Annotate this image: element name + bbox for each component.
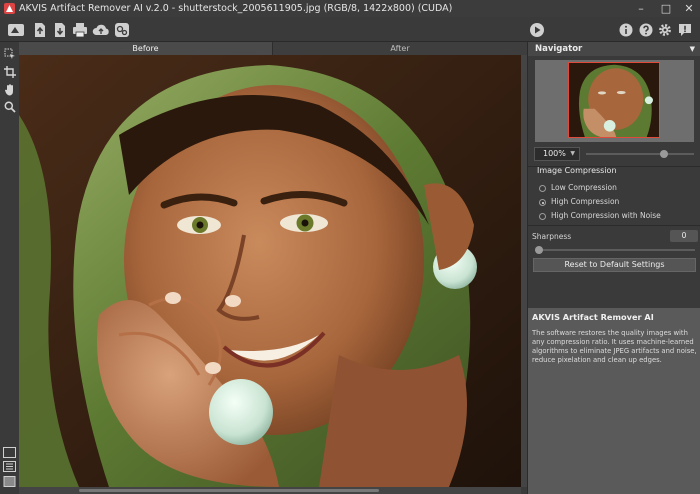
news-icon bbox=[679, 24, 691, 36]
compression-option-label: Low Compression bbox=[551, 183, 617, 192]
crop-tool-button[interactable] bbox=[2, 64, 18, 80]
window-title: AKVIS Artifact Remover AI v.2.0 - shutte… bbox=[19, 3, 453, 14]
info-title: AKVIS Artifact Remover AI bbox=[532, 312, 654, 322]
toolbar bbox=[0, 17, 700, 42]
tab-after[interactable]: After bbox=[273, 42, 527, 55]
close-button[interactable]: ✕ bbox=[678, 0, 700, 17]
run-icon bbox=[530, 23, 544, 37]
upload-cloud-icon bbox=[92, 24, 109, 35]
background-color-icon[interactable] bbox=[3, 476, 16, 487]
zoom-row: 100% ▼ bbox=[534, 147, 694, 161]
compression-option-label: High Compression bbox=[551, 197, 620, 206]
crop-select-icon bbox=[4, 48, 15, 59]
news-button[interactable] bbox=[675, 20, 695, 40]
sharpness-label: Sharpness bbox=[532, 232, 572, 241]
zoom-tool-button[interactable] bbox=[2, 99, 18, 115]
collapse-icon[interactable]: ▼ bbox=[690, 42, 695, 56]
print-button[interactable] bbox=[70, 20, 90, 40]
horizontal-scrollbar[interactable] bbox=[19, 487, 521, 494]
navigator-preview[interactable] bbox=[535, 60, 694, 142]
maximize-button[interactable]: □ bbox=[655, 0, 677, 17]
open-file-icon bbox=[35, 23, 45, 37]
navigator-title: Navigator bbox=[535, 44, 583, 54]
view-tabs: Before After bbox=[19, 42, 527, 55]
navigator-thumbnail[interactable] bbox=[568, 62, 660, 138]
sharpness-slider-knob[interactable] bbox=[535, 246, 543, 254]
help-icon bbox=[639, 23, 653, 37]
zoom-select[interactable]: 100% ▼ bbox=[534, 147, 580, 161]
info-button[interactable] bbox=[616, 20, 636, 40]
help-button[interactable] bbox=[636, 20, 656, 40]
compression-option-label: High Compression with Noise bbox=[551, 211, 661, 220]
navigator-header[interactable]: Navigator ▼ bbox=[528, 42, 700, 56]
save-button[interactable] bbox=[50, 20, 70, 40]
zoom-value: 100% bbox=[543, 149, 566, 158]
hand-icon bbox=[5, 84, 13, 96]
share-button[interactable] bbox=[91, 20, 111, 40]
print-icon bbox=[73, 23, 87, 38]
compression-option[interactable]: High Compression bbox=[539, 196, 619, 208]
compression-title: Image Compression bbox=[537, 166, 617, 175]
batch-settings-icon bbox=[115, 23, 129, 37]
zoom-slider-knob[interactable] bbox=[659, 150, 668, 158]
info-text: The software restores the quality images… bbox=[532, 329, 697, 364]
zoom-icon bbox=[4, 101, 16, 113]
zoom-slider[interactable] bbox=[586, 153, 694, 155]
settings-button[interactable] bbox=[655, 20, 675, 40]
minimize-button[interactable]: – bbox=[630, 0, 652, 17]
reset-defaults-button[interactable]: Reset to Default Settings bbox=[533, 258, 696, 272]
run-button[interactable] bbox=[527, 20, 547, 40]
left-toolbar bbox=[0, 42, 19, 494]
portrait-photo bbox=[19, 55, 521, 487]
scrollbar-thumb[interactable] bbox=[79, 489, 379, 492]
batch-button[interactable] bbox=[112, 20, 132, 40]
select-tool-button[interactable] bbox=[2, 46, 18, 62]
open-button[interactable] bbox=[30, 20, 50, 40]
divider bbox=[528, 225, 700, 226]
crop-icon bbox=[4, 66, 16, 78]
split-view-icon[interactable] bbox=[3, 461, 16, 472]
app-logo-icon bbox=[4, 3, 15, 14]
title-bar: AKVIS Artifact Remover AI v.2.0 - shutte… bbox=[0, 0, 700, 17]
radio-icon[interactable] bbox=[539, 213, 546, 220]
settings-panel: Navigator ▼ 100% ▼ Image Compression Low… bbox=[527, 42, 700, 494]
compression-option[interactable]: Low Compression bbox=[539, 182, 617, 194]
radio-icon[interactable] bbox=[539, 185, 546, 192]
info-icon bbox=[619, 23, 633, 37]
tab-before[interactable]: Before bbox=[19, 42, 273, 55]
navigator-photo bbox=[569, 63, 659, 137]
image-canvas[interactable] bbox=[19, 55, 521, 487]
chevron-down-icon: ▼ bbox=[570, 150, 575, 157]
hand-tool-button[interactable] bbox=[2, 82, 18, 98]
info-panel: AKVIS Artifact Remover AI The software r… bbox=[528, 308, 700, 494]
radio-icon[interactable] bbox=[539, 199, 546, 206]
save-file-icon bbox=[55, 23, 65, 37]
settings-icon bbox=[659, 24, 671, 36]
single-view-icon[interactable] bbox=[3, 447, 16, 458]
workspace-button[interactable] bbox=[6, 20, 26, 40]
app-logo-icon bbox=[8, 24, 24, 36]
sharpness-slider[interactable] bbox=[535, 249, 695, 251]
compression-option[interactable]: High Compression with Noise bbox=[539, 210, 661, 222]
sharpness-value-field[interactable]: 0 bbox=[670, 230, 698, 242]
app-window: AKVIS Artifact Remover AI v.2.0 - shutte… bbox=[0, 0, 700, 494]
